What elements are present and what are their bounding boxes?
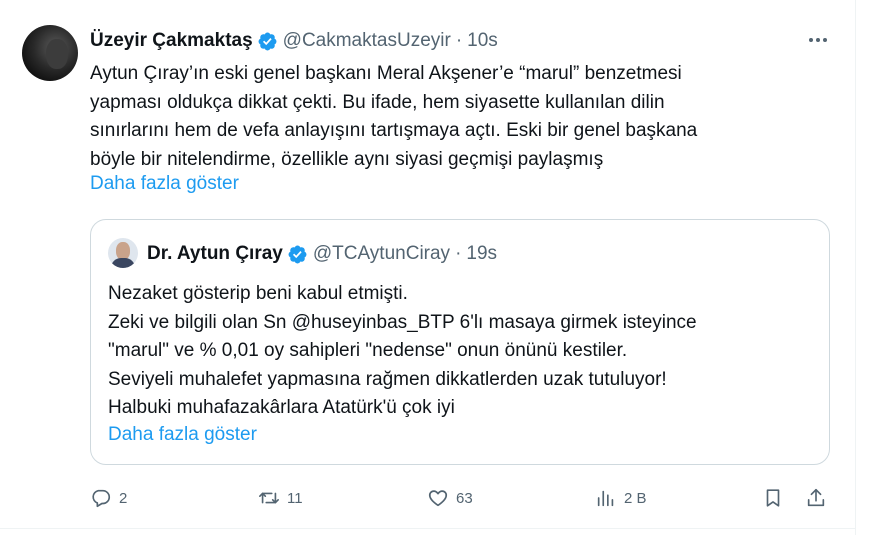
reply-icon bbox=[92, 489, 111, 508]
views-button[interactable]: 2 B bbox=[595, 484, 647, 512]
views-icon bbox=[597, 490, 614, 507]
tweet-text-line: Aytun Çıray’ın eski genel başkanı Meral … bbox=[90, 63, 682, 84]
like-button[interactable]: 63 bbox=[427, 484, 473, 512]
tweet-divider bbox=[0, 528, 855, 529]
tweet-header: Üzeyir Çakmaktaş @CakmaktasUzeyir · 10s bbox=[90, 28, 498, 54]
verified-badge-icon bbox=[288, 245, 307, 263]
separator-dot: · bbox=[455, 243, 462, 264]
separator-dot: · bbox=[455, 30, 463, 51]
quote-timestamp[interactable]: 19s bbox=[466, 243, 497, 265]
quote-text-line: "marul" ve % 0,01 oy sahipleri "nedense"… bbox=[108, 340, 628, 361]
repost-button[interactable]: 11 bbox=[258, 484, 303, 512]
author-name[interactable]: Üzeyir Çakmaktaş bbox=[90, 30, 253, 52]
quote-author-name[interactable]: Dr. Aytun Çıray bbox=[147, 243, 283, 265]
quote-text-line: Zeki ve bilgili olan Sn @huseyinbas_BTP … bbox=[108, 311, 697, 333]
action-bar: 2 11 63 2 B bbox=[0, 484, 855, 512]
tweet-text: Aytun Çıray’ın eski genel başkanı Meral … bbox=[90, 60, 830, 174]
avatar[interactable] bbox=[22, 25, 78, 81]
timestamp[interactable]: 10s bbox=[467, 30, 498, 52]
tweet-text-line: sınırlarını hem de vefa anlayışını tartı… bbox=[90, 120, 698, 141]
column-border bbox=[855, 0, 856, 535]
reply-count: 2 bbox=[119, 489, 128, 507]
verified-badge-icon bbox=[258, 32, 277, 50]
share-icon bbox=[807, 488, 825, 507]
like-count: 63 bbox=[456, 489, 473, 507]
quote-text-line: Nezaket gösterip beni kabul etmişti. bbox=[108, 283, 408, 304]
quote-text: Nezaket gösterip beni kabul etmişti. Zek… bbox=[108, 280, 697, 423]
quote-text-line: Halbuki muhafazakârlara Atatürk'ü çok iy… bbox=[108, 397, 455, 418]
tweet-text-line: yapması oldukça dikkat çekti. Bu ifade, … bbox=[90, 91, 665, 113]
like-icon bbox=[428, 490, 448, 507]
quote-header: Dr. Aytun Çıray @TCAytunCiray · 19s bbox=[147, 242, 497, 266]
repost-count: 11 bbox=[287, 489, 303, 507]
quote-text-line: Seviyeli muhalefet yapmasına rağmen dikk… bbox=[108, 368, 667, 390]
quote-author-handle[interactable]: @TCAytunCiray bbox=[313, 243, 450, 265]
quote-show-more-link[interactable]: Daha fazla göster bbox=[108, 424, 257, 446]
share-button[interactable] bbox=[805, 484, 827, 512]
bookmark-icon bbox=[766, 489, 780, 507]
repost-icon bbox=[259, 492, 279, 504]
bookmark-button[interactable] bbox=[762, 484, 784, 512]
quoted-tweet[interactable]: Dr. Aytun Çıray @TCAytunCiray · 19s Neza… bbox=[90, 219, 830, 465]
show-more-link[interactable]: Daha fazla göster bbox=[90, 173, 239, 195]
tweet-text-line: böyle bir nitelendirme, özellikle aynı s… bbox=[90, 148, 604, 170]
more-icon[interactable] bbox=[806, 28, 830, 52]
view-count: 2 B bbox=[624, 489, 647, 507]
author-handle[interactable]: @CakmaktasUzeyir bbox=[283, 30, 451, 52]
reply-button[interactable]: 2 bbox=[90, 484, 127, 512]
quote-avatar[interactable] bbox=[108, 238, 138, 268]
